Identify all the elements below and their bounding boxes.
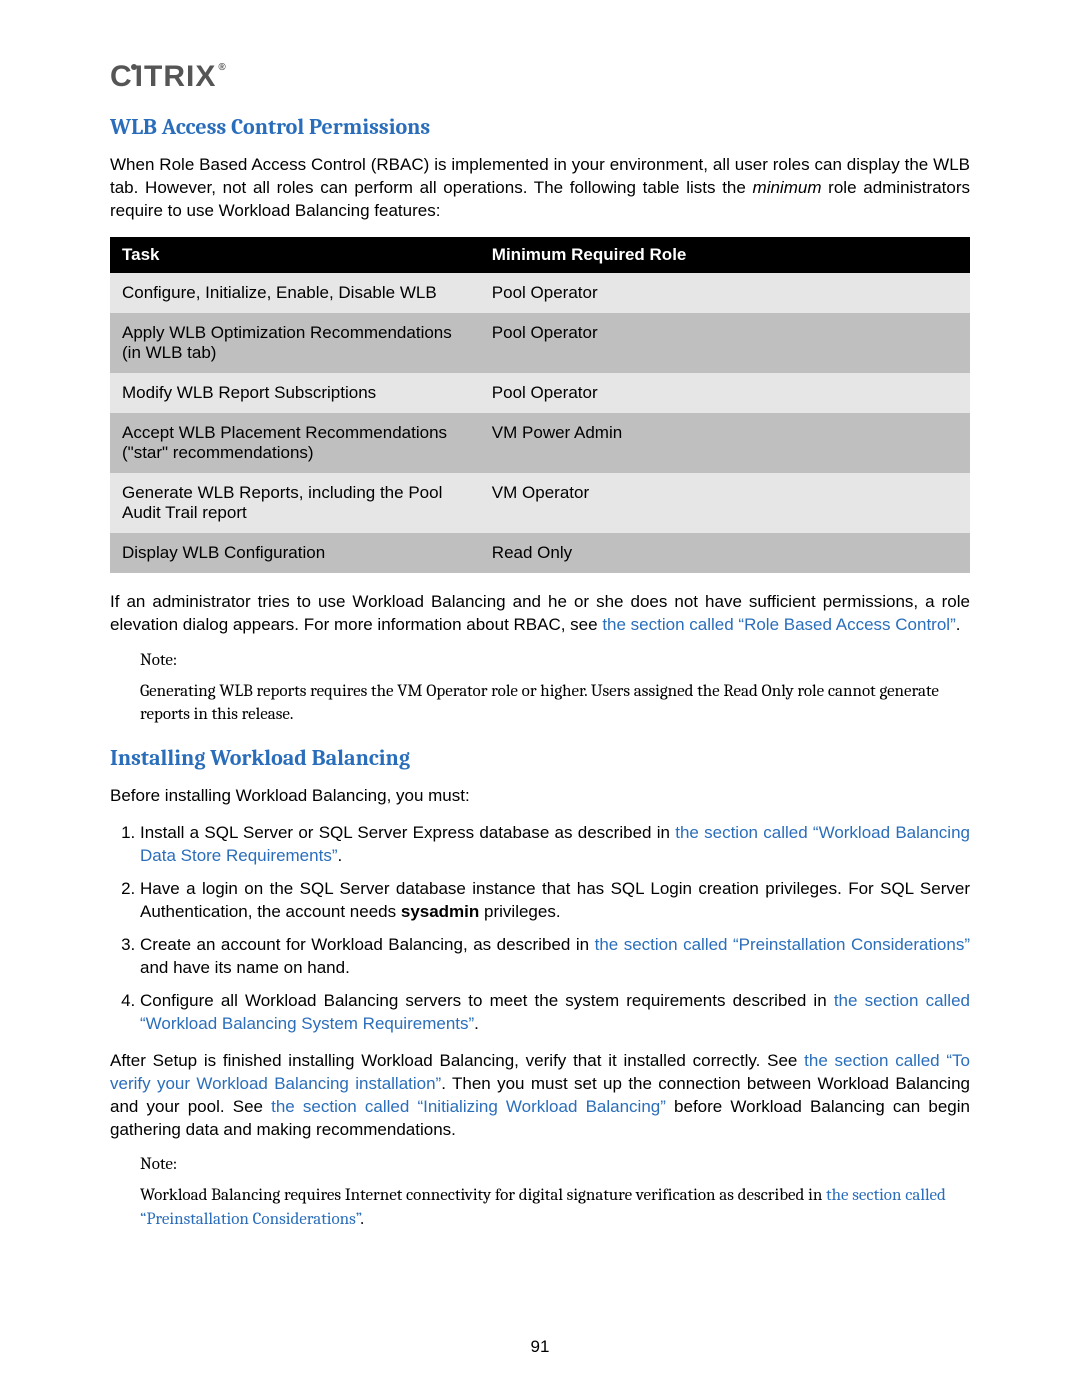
note-block: Note: Workload Balancing requires Intern… [140,1155,970,1232]
step1-pre: Install a SQL Server or SQL Server Expre… [140,823,675,842]
citrix-logo: CITRIX® [110,60,970,94]
init-wlb-link[interactable]: the section called “Initializing Workloa… [271,1097,666,1116]
cell-task: Configure, Initialize, Enable, Disable W… [110,273,480,313]
cell-role: Pool Operator [480,313,970,373]
after-table-post: . [956,615,961,634]
list-item: Configure all Workload Balancing servers… [140,990,970,1036]
table-row: Configure, Initialize, Enable, Disable W… [110,273,970,313]
cell-task: Generate WLB Reports, including the Pool… [110,473,480,533]
after-steps-paragraph: After Setup is finished installing Workl… [110,1050,970,1142]
cell-role: Pool Operator [480,273,970,313]
step4-pre: Configure all Workload Balancing servers… [140,991,834,1010]
install-steps-list: Install a SQL Server or SQL Server Expre… [110,822,970,1036]
step3-post: and have its name on hand. [140,958,350,977]
table-row: Accept WLB Placement Recommendations ("s… [110,413,970,473]
note-block: Note: Generating WLB reports requires th… [140,651,970,728]
install-intro: Before installing Workload Balancing, yo… [110,785,970,808]
intro-text-min: minimum [753,178,822,197]
list-item: Have a login on the SQL Server database … [140,878,970,924]
table-header-role: Minimum Required Role [480,237,970,273]
list-item: Create an account for Workload Balancing… [140,934,970,980]
cell-role: Pool Operator [480,373,970,413]
cell-task: Accept WLB Placement Recommendations ("s… [110,413,480,473]
list-item: Install a SQL Server or SQL Server Expre… [140,822,970,868]
note2-post: . [360,1210,364,1229]
cell-task: Modify WLB Report Subscriptions [110,373,480,413]
cell-task: Display WLB Configuration [110,533,480,573]
page-number: 91 [0,1337,1080,1357]
rbac-link[interactable]: the section called “Role Based Access Co… [602,615,955,634]
note-label: Note: [140,1155,970,1174]
after-steps-1: After Setup is finished installing Workl… [110,1051,804,1070]
table-header-task: Task [110,237,480,273]
step3-pre: Create an account for Workload Balancing… [140,935,595,954]
table-row: Generate WLB Reports, including the Pool… [110,473,970,533]
installing-heading: Installing Workload Balancing [110,745,970,771]
step2-post: privileges. [479,902,560,921]
note-label: Note: [140,651,970,670]
cell-task: Apply WLB Optimization Recommendations (… [110,313,480,373]
preinstall-link[interactable]: the section called “Preinstallation Cons… [595,935,970,954]
permissions-table: Task Minimum Required Role Configure, In… [110,237,970,573]
wlb-permissions-heading: WLB Access Control Permissions [110,114,970,140]
table-row: Modify WLB Report Subscriptions Pool Ope… [110,373,970,413]
after-table-paragraph: If an administrator tries to use Workloa… [110,591,970,637]
table-row: Display WLB Configuration Read Only [110,533,970,573]
step4-post: . [474,1014,479,1033]
step1-post: . [337,846,342,865]
note-body: Workload Balancing requires Internet con… [140,1184,970,1232]
step2-bold: sysadmin [401,902,479,921]
table-row: Apply WLB Optimization Recommendations (… [110,313,970,373]
cell-role: VM Operator [480,473,970,533]
wlb-intro-paragraph: When Role Based Access Control (RBAC) is… [110,154,970,223]
cell-role: Read Only [480,533,970,573]
note-body: Generating WLB reports requires the VM O… [140,680,970,728]
note2-pre: Workload Balancing requires Internet con… [140,1186,826,1205]
cell-role: VM Power Admin [480,413,970,473]
